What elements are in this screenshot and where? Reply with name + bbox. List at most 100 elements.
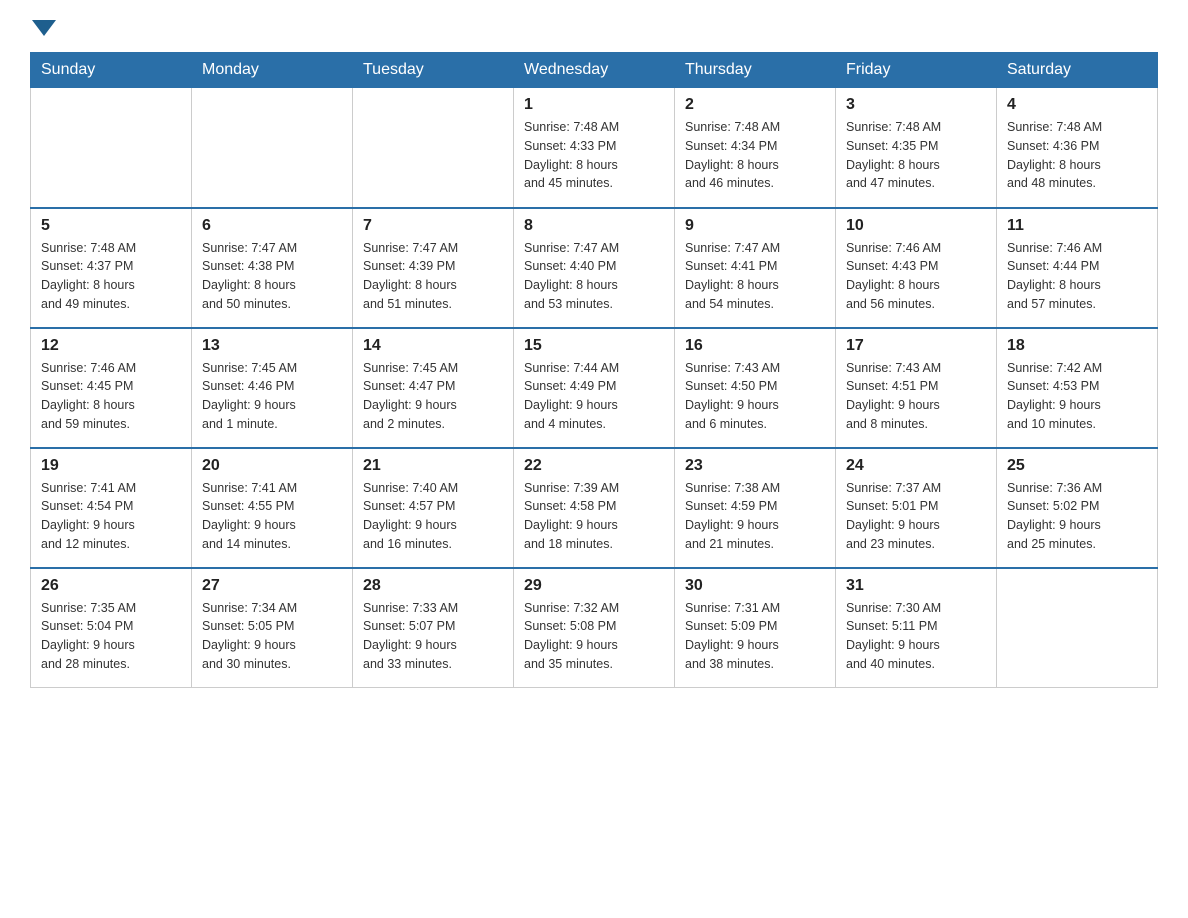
sun-info: Sunrise: 7:37 AMSunset: 5:01 PMDaylight:… bbox=[846, 479, 986, 554]
day-number: 20 bbox=[202, 457, 342, 475]
sun-info: Sunrise: 7:38 AMSunset: 4:59 PMDaylight:… bbox=[685, 479, 825, 554]
calendar-cell: 16 Sunrise: 7:43 AMSunset: 4:50 PMDayligh… bbox=[675, 328, 836, 448]
column-header-thursday: Thursday bbox=[675, 53, 836, 88]
sun-info: Sunrise: 7:48 AMSunset: 4:36 PMDaylight:… bbox=[1007, 118, 1147, 193]
calendar-cell: 21 Sunrise: 7:40 AMSunset: 4:57 PMDayligh… bbox=[353, 448, 514, 568]
calendar-cell: 19 Sunrise: 7:41 AMSunset: 4:54 PMDayligh… bbox=[31, 448, 192, 568]
sun-info: Sunrise: 7:46 AMSunset: 4:45 PMDaylight:… bbox=[41, 359, 181, 434]
calendar-cell: 31 Sunrise: 7:30 AMSunset: 5:11 PMDayligh… bbox=[836, 568, 997, 688]
sun-info: Sunrise: 7:33 AMSunset: 5:07 PMDaylight:… bbox=[363, 599, 503, 674]
calendar-cell: 18 Sunrise: 7:42 AMSunset: 4:53 PMDayligh… bbox=[997, 328, 1158, 448]
day-number: 7 bbox=[363, 217, 503, 235]
calendar-cell: 23Sunrise: 7:38 AMSunset: 4:59 PMDayligh… bbox=[675, 448, 836, 568]
day-number: 2 bbox=[685, 96, 825, 114]
calendar-cell: 20 Sunrise: 7:41 AMSunset: 4:55 PMDayligh… bbox=[192, 448, 353, 568]
day-number: 1 bbox=[524, 96, 664, 114]
page-header bbox=[30, 20, 1158, 36]
day-number: 28 bbox=[363, 577, 503, 595]
column-header-friday: Friday bbox=[836, 53, 997, 88]
column-header-monday: Monday bbox=[192, 53, 353, 88]
calendar-week-row: 19 Sunrise: 7:41 AMSunset: 4:54 PMDayligh… bbox=[31, 448, 1158, 568]
sun-info: Sunrise: 7:47 AMSunset: 4:40 PMDaylight:… bbox=[524, 239, 664, 314]
column-header-sunday: Sunday bbox=[31, 53, 192, 88]
sun-info: Sunrise: 7:48 AMSunset: 4:37 PMDaylight:… bbox=[41, 239, 181, 314]
calendar-cell: 9Sunrise: 7:47 AMSunset: 4:41 PMDaylight… bbox=[675, 208, 836, 328]
sun-info: Sunrise: 7:43 AMSunset: 4:51 PMDaylight:… bbox=[846, 359, 986, 434]
day-number: 4 bbox=[1007, 96, 1147, 114]
sun-info: Sunrise: 7:32 AMSunset: 5:08 PMDaylight:… bbox=[524, 599, 664, 674]
sun-info: Sunrise: 7:46 AMSunset: 4:44 PMDaylight:… bbox=[1007, 239, 1147, 314]
day-number: 14 bbox=[363, 337, 503, 355]
sun-info: Sunrise: 7:44 AMSunset: 4:49 PMDaylight:… bbox=[524, 359, 664, 434]
calendar-cell: 27 Sunrise: 7:34 AMSunset: 5:05 PMDayligh… bbox=[192, 568, 353, 688]
day-number: 9 bbox=[685, 217, 825, 235]
day-number: 15 bbox=[524, 337, 664, 355]
sun-info: Sunrise: 7:39 AMSunset: 4:58 PMDaylight:… bbox=[524, 479, 664, 554]
day-number: 6 bbox=[202, 217, 342, 235]
calendar-cell: 11 Sunrise: 7:46 AMSunset: 4:44 PMDayligh… bbox=[997, 208, 1158, 328]
column-header-wednesday: Wednesday bbox=[514, 53, 675, 88]
sun-info: Sunrise: 7:40 AMSunset: 4:57 PMDaylight:… bbox=[363, 479, 503, 554]
sun-info: Sunrise: 7:41 AMSunset: 4:54 PMDaylight:… bbox=[41, 479, 181, 554]
sun-info: Sunrise: 7:45 AMSunset: 4:47 PMDaylight:… bbox=[363, 359, 503, 434]
day-number: 16 bbox=[685, 337, 825, 355]
calendar-cell: 14 Sunrise: 7:45 AMSunset: 4:47 PMDayligh… bbox=[353, 328, 514, 448]
calendar-cell bbox=[192, 88, 353, 208]
sun-info: Sunrise: 7:31 AMSunset: 5:09 PMDaylight:… bbox=[685, 599, 825, 674]
logo-arrow-icon bbox=[32, 20, 56, 36]
calendar-cell: 1 Sunrise: 7:48 AMSunset: 4:33 PMDaylight… bbox=[514, 88, 675, 208]
calendar-cell: 10Sunrise: 7:46 AMSunset: 4:43 PMDayligh… bbox=[836, 208, 997, 328]
calendar-cell: 4 Sunrise: 7:48 AMSunset: 4:36 PMDaylight… bbox=[997, 88, 1158, 208]
calendar-cell: 25 Sunrise: 7:36 AMSunset: 5:02 PMDayligh… bbox=[997, 448, 1158, 568]
sun-info: Sunrise: 7:41 AMSunset: 4:55 PMDaylight:… bbox=[202, 479, 342, 554]
day-number: 13 bbox=[202, 337, 342, 355]
calendar-cell: 29 Sunrise: 7:32 AMSunset: 5:08 PMDayligh… bbox=[514, 568, 675, 688]
day-number: 25 bbox=[1007, 457, 1147, 475]
calendar-cell: 8 Sunrise: 7:47 AMSunset: 4:40 PMDaylight… bbox=[514, 208, 675, 328]
calendar-cell: 17 Sunrise: 7:43 AMSunset: 4:51 PMDayligh… bbox=[836, 328, 997, 448]
sun-info: Sunrise: 7:36 AMSunset: 5:02 PMDaylight:… bbox=[1007, 479, 1147, 554]
calendar-cell: 12Sunrise: 7:46 AMSunset: 4:45 PMDayligh… bbox=[31, 328, 192, 448]
calendar-week-row: 26 Sunrise: 7:35 AMSunset: 5:04 PMDayligh… bbox=[31, 568, 1158, 688]
day-number: 18 bbox=[1007, 337, 1147, 355]
calendar-table: SundayMondayTuesdayWednesdayThursdayFrid… bbox=[30, 52, 1158, 688]
calendar-cell: 15 Sunrise: 7:44 AMSunset: 4:49 PMDayligh… bbox=[514, 328, 675, 448]
day-number: 10 bbox=[846, 217, 986, 235]
day-number: 21 bbox=[363, 457, 503, 475]
calendar-cell: 30 Sunrise: 7:31 AMSunset: 5:09 PMDayligh… bbox=[675, 568, 836, 688]
calendar-cell: 26 Sunrise: 7:35 AMSunset: 5:04 PMDayligh… bbox=[31, 568, 192, 688]
day-number: 19 bbox=[41, 457, 181, 475]
sun-info: Sunrise: 7:34 AMSunset: 5:05 PMDaylight:… bbox=[202, 599, 342, 674]
sun-info: Sunrise: 7:43 AMSunset: 4:50 PMDaylight:… bbox=[685, 359, 825, 434]
day-number: 31 bbox=[846, 577, 986, 595]
calendar-cell: 5 Sunrise: 7:48 AMSunset: 4:37 PMDaylight… bbox=[31, 208, 192, 328]
sun-info: Sunrise: 7:47 AMSunset: 4:39 PMDaylight:… bbox=[363, 239, 503, 314]
sun-info: Sunrise: 7:47 AMSunset: 4:38 PMDaylight:… bbox=[202, 239, 342, 314]
calendar-cell bbox=[353, 88, 514, 208]
day-number: 22 bbox=[524, 457, 664, 475]
sun-info: Sunrise: 7:30 AMSunset: 5:11 PMDaylight:… bbox=[846, 599, 986, 674]
day-number: 27 bbox=[202, 577, 342, 595]
logo bbox=[30, 20, 58, 36]
sun-info: Sunrise: 7:48 AMSunset: 4:35 PMDaylight:… bbox=[846, 118, 986, 193]
sun-info: Sunrise: 7:48 AMSunset: 4:33 PMDaylight:… bbox=[524, 118, 664, 193]
column-header-saturday: Saturday bbox=[997, 53, 1158, 88]
calendar-cell: 13Sunrise: 7:45 AMSunset: 4:46 PMDayligh… bbox=[192, 328, 353, 448]
sun-info: Sunrise: 7:42 AMSunset: 4:53 PMDaylight:… bbox=[1007, 359, 1147, 434]
day-number: 17 bbox=[846, 337, 986, 355]
day-number: 11 bbox=[1007, 217, 1147, 235]
day-number: 29 bbox=[524, 577, 664, 595]
sun-info: Sunrise: 7:48 AMSunset: 4:34 PMDaylight:… bbox=[685, 118, 825, 193]
calendar-cell: 6 Sunrise: 7:47 AMSunset: 4:38 PMDaylight… bbox=[192, 208, 353, 328]
calendar-cell bbox=[31, 88, 192, 208]
day-number: 24 bbox=[846, 457, 986, 475]
day-number: 8 bbox=[524, 217, 664, 235]
day-number: 26 bbox=[41, 577, 181, 595]
sun-info: Sunrise: 7:35 AMSunset: 5:04 PMDaylight:… bbox=[41, 599, 181, 674]
column-header-tuesday: Tuesday bbox=[353, 53, 514, 88]
day-number: 30 bbox=[685, 577, 825, 595]
calendar-cell: 24 Sunrise: 7:37 AMSunset: 5:01 PMDayligh… bbox=[836, 448, 997, 568]
calendar-cell: 22 Sunrise: 7:39 AMSunset: 4:58 PMDayligh… bbox=[514, 448, 675, 568]
day-number: 5 bbox=[41, 217, 181, 235]
day-number: 3 bbox=[846, 96, 986, 114]
